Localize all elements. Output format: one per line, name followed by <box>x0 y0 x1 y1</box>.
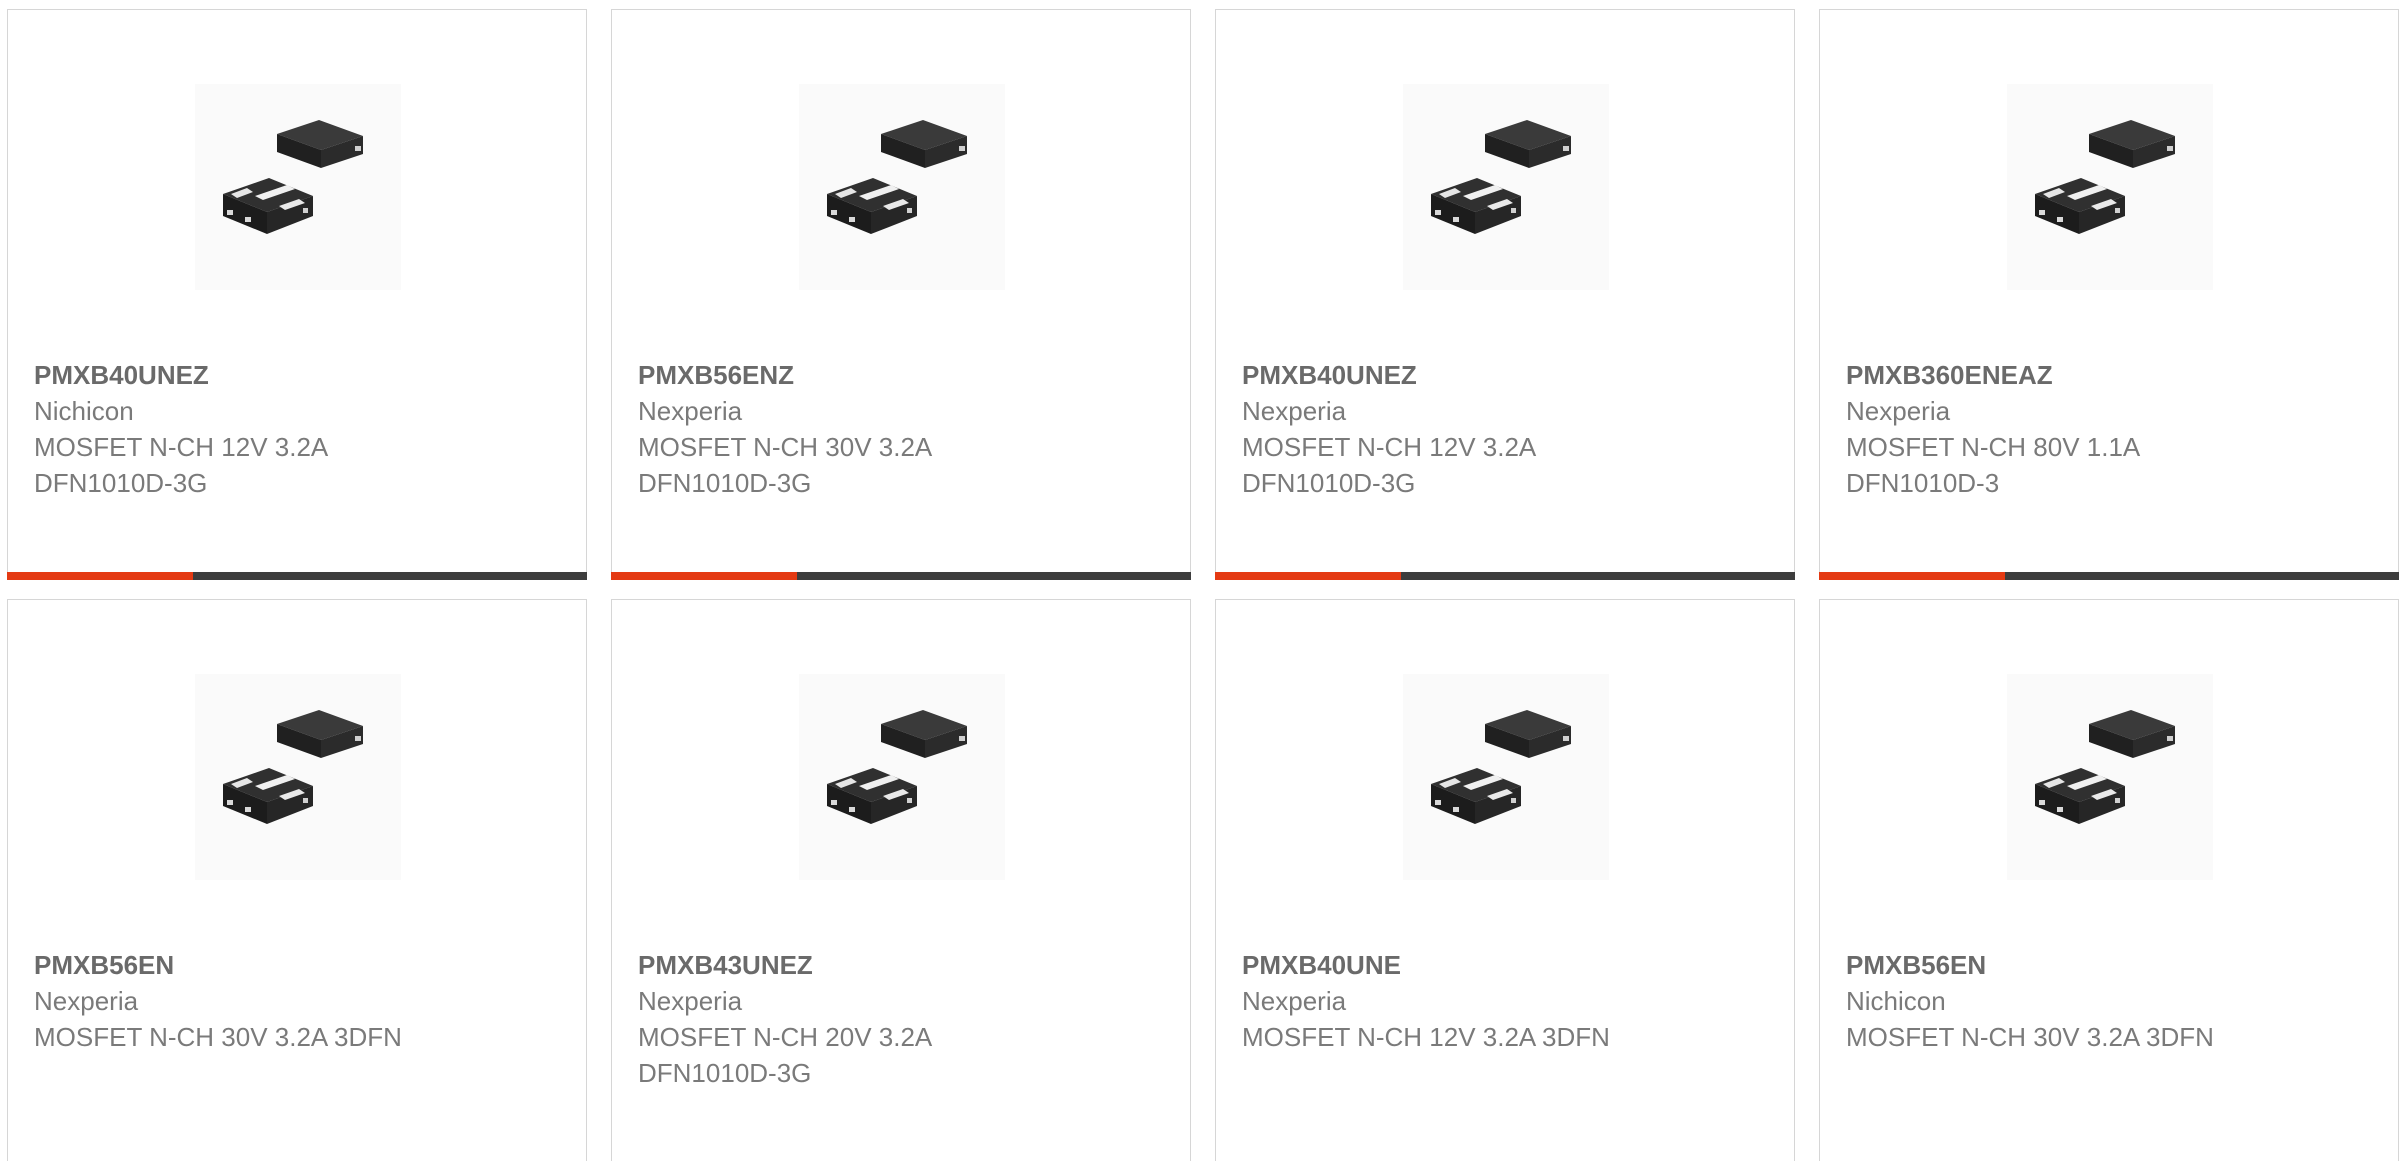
manufacturer-name: Nexperia <box>1242 396 1347 426</box>
part-number-link[interactable]: PMXB40UNEZ <box>34 357 566 393</box>
part-number-link[interactable]: PMXB56EN <box>34 947 566 983</box>
part-number-link[interactable]: PMXB360ENEAZ <box>1846 357 2378 393</box>
product-card[interactable]: PMXB40UNEZ Nexperia MOSFET N-CH 12V 3.2A… <box>1215 9 1795 580</box>
product-info: PMXB40UNE Nexperia MOSFET N-CH 12V 3.2A … <box>1242 947 1774 1055</box>
part-number-link[interactable]: PMXB56ENZ <box>638 357 1170 393</box>
product-info: PMXB40UNEZ Nichicon MOSFET N-CH 12V 3.2A… <box>34 357 566 501</box>
dfn-package-chip-icon <box>223 710 363 824</box>
dfn-package-chip-icon <box>827 120 967 234</box>
product-card[interactable]: PMXB56ENZ Nexperia MOSFET N-CH 30V 3.2A … <box>611 9 1191 580</box>
description-line: DFN1010D-3 <box>1846 468 2000 498</box>
description-line: MOSFET N-CH 12V 3.2A <box>1242 432 1537 462</box>
product-image[interactable] <box>799 84 1005 290</box>
progress-bar <box>1819 572 2399 580</box>
manufacturer-name: Nexperia <box>638 396 743 426</box>
description-line: DFN1010D-3G <box>638 468 812 498</box>
description-line: DFN1010D-3G <box>638 1058 812 1088</box>
product-grid: PMXB40UNEZ Nichicon MOSFET N-CH 12V 3.2A… <box>0 0 2400 1161</box>
product-card[interactable]: PMXB40UNEZ Nichicon MOSFET N-CH 12V 3.2A… <box>7 9 587 580</box>
dfn-package-chip-icon <box>2035 120 2175 234</box>
progress-bar <box>7 572 587 580</box>
part-number-link[interactable]: PMXB56EN <box>1846 947 2378 983</box>
product-card[interactable]: PMXB360ENEAZ Nexperia MOSFET N-CH 80V 1.… <box>1819 9 2399 580</box>
dfn-package-chip-icon <box>1431 710 1571 824</box>
manufacturer-name: Nichicon <box>34 396 134 426</box>
progress-bar <box>611 572 1191 580</box>
product-info: PMXB56EN Nichicon MOSFET N-CH 30V 3.2A 3… <box>1846 947 2378 1055</box>
product-info: PMXB56ENZ Nexperia MOSFET N-CH 30V 3.2A … <box>638 357 1170 501</box>
part-number-link[interactable]: PMXB40UNE <box>1242 947 1774 983</box>
description-line: MOSFET N-CH 30V 3.2A <box>638 432 933 462</box>
product-image[interactable] <box>799 674 1005 880</box>
progress-bar <box>1215 572 1795 580</box>
manufacturer-name: Nexperia <box>1242 986 1347 1016</box>
description-line: MOSFET N-CH 12V 3.2A <box>34 432 329 462</box>
part-number-link[interactable]: PMXB40UNEZ <box>1242 357 1774 393</box>
manufacturer-name: Nexperia <box>34 986 139 1016</box>
description-line: MOSFET N-CH 80V 1.1A <box>1846 432 2141 462</box>
product-card[interactable]: PMXB40UNE Nexperia MOSFET N-CH 12V 3.2A … <box>1215 599 1795 1161</box>
description-line: MOSFET N-CH 12V 3.2A 3DFN <box>1242 1022 1610 1052</box>
dfn-package-chip-icon <box>1431 120 1571 234</box>
description-line: MOSFET N-CH 30V 3.2A 3DFN <box>34 1022 402 1052</box>
product-info: PMXB56EN Nexperia MOSFET N-CH 30V 3.2A 3… <box>34 947 566 1055</box>
description-line: MOSFET N-CH 30V 3.2A 3DFN <box>1846 1022 2214 1052</box>
product-image[interactable] <box>1403 674 1609 880</box>
product-image[interactable] <box>195 84 401 290</box>
part-number-link[interactable]: PMXB43UNEZ <box>638 947 1170 983</box>
manufacturer-name: Nexperia <box>638 986 743 1016</box>
product-image[interactable] <box>195 674 401 880</box>
dfn-package-chip-icon <box>827 710 967 824</box>
progress-bar-fill <box>1215 572 1401 580</box>
manufacturer-name: Nexperia <box>1846 396 1951 426</box>
product-card[interactable]: PMXB56EN Nexperia MOSFET N-CH 30V 3.2A 3… <box>7 599 587 1161</box>
product-info: PMXB360ENEAZ Nexperia MOSFET N-CH 80V 1.… <box>1846 357 2378 501</box>
description-line: MOSFET N-CH 20V 3.2A <box>638 1022 933 1052</box>
progress-bar-fill <box>1819 572 2005 580</box>
product-info: PMXB43UNEZ Nexperia MOSFET N-CH 20V 3.2A… <box>638 947 1170 1091</box>
progress-bar-fill <box>7 572 193 580</box>
product-card[interactable]: PMXB56EN Nichicon MOSFET N-CH 30V 3.2A 3… <box>1819 599 2399 1161</box>
product-image[interactable] <box>2007 84 2213 290</box>
product-image[interactable] <box>1403 84 1609 290</box>
description-line: DFN1010D-3G <box>34 468 208 498</box>
progress-bar-fill <box>611 572 797 580</box>
product-image[interactable] <box>2007 674 2213 880</box>
dfn-package-chip-icon <box>223 120 363 234</box>
manufacturer-name: Nichicon <box>1846 986 1946 1016</box>
description-line: DFN1010D-3G <box>1242 468 1416 498</box>
product-card[interactable]: PMXB43UNEZ Nexperia MOSFET N-CH 20V 3.2A… <box>611 599 1191 1161</box>
product-info: PMXB40UNEZ Nexperia MOSFET N-CH 12V 3.2A… <box>1242 357 1774 501</box>
dfn-package-chip-icon <box>2035 710 2175 824</box>
